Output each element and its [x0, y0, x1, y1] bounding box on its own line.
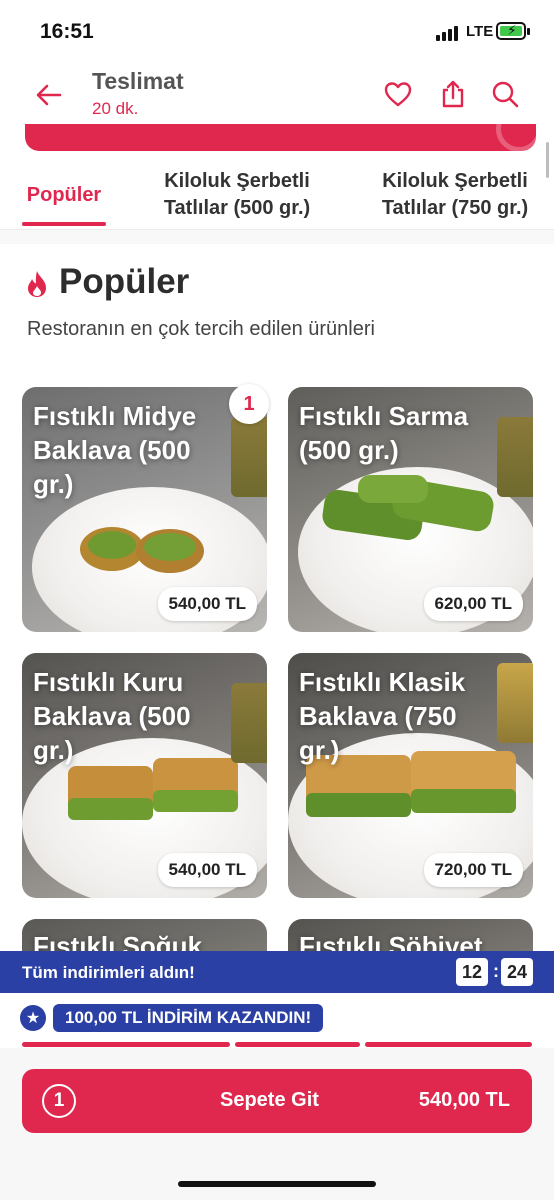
- heart-icon: [384, 82, 412, 107]
- section-title: Popüler: [59, 262, 190, 301]
- product-card[interactable]: Fıstıklı Midye Baklava (500 gr.) 540,00 …: [22, 387, 267, 632]
- share-button[interactable]: [438, 79, 468, 109]
- product-name: Fıstıklı Kuru Baklava (500 gr.): [33, 667, 191, 765]
- status-time: 16:51: [40, 20, 94, 43]
- price-badge: 540,00 TL: [157, 853, 257, 887]
- section-subtitle: Restoranın en çok tercih edilen ürünleri: [27, 318, 375, 340]
- status-bar: 16:51 LTE ⚡: [0, 0, 554, 62]
- price-badge: 620,00 TL: [423, 587, 523, 621]
- jar-image: [497, 417, 533, 497]
- back-button[interactable]: [34, 80, 64, 110]
- product-name: Fıstıklı Sarma (500 gr.): [299, 401, 469, 465]
- delivery-time: 20 dk.: [92, 99, 139, 118]
- signal-icon: [436, 26, 458, 41]
- price-badge: 720,00 TL: [423, 853, 523, 887]
- divider: [0, 230, 554, 244]
- category-tabs: Popüler Kiloluk Şerbetli Tatlılar (500 g…: [0, 160, 554, 230]
- progress-segment: [22, 1042, 230, 1047]
- product-name: Fıstıklı Klasik Baklava (750 gr.): [299, 667, 466, 765]
- progress-segment: [365, 1042, 532, 1047]
- jar-image: [231, 417, 267, 497]
- dessert-image: [72, 507, 212, 577]
- battery-icon: ⚡: [496, 22, 530, 40]
- discount-banner: Tüm indirimleri aldın! 12 : 24: [0, 951, 554, 993]
- product-name: Fıstıklı Midye Baklava (500 gr.): [33, 401, 197, 499]
- jar-image: [231, 683, 267, 763]
- dessert-image: [318, 475, 503, 550]
- brand-logo-icon: [496, 124, 536, 151]
- product-card[interactable]: Fıstıklı Klasik Baklava (750 gr.) 720,00…: [288, 653, 533, 898]
- discount-won-badge: 100,00 TL İNDİRİM KAZANDIN!: [53, 1004, 324, 1032]
- tab-kiloluk-500[interactable]: Kiloluk Şerbetli Tatlılar (500 gr.): [140, 160, 334, 230]
- cart-count-badge: 1: [229, 384, 269, 424]
- active-tab-indicator: [22, 222, 106, 226]
- product-card[interactable]: Fıstıklı Kuru Baklava (500 gr.) 540,00 T…: [22, 653, 267, 898]
- progress-segment: [235, 1042, 360, 1047]
- network-label: LTE: [466, 23, 494, 40]
- search-button[interactable]: [490, 79, 520, 109]
- share-icon: [442, 80, 464, 108]
- header: Teslimat 20 dk.: [0, 62, 554, 124]
- price-badge: 540,00 TL: [157, 587, 257, 621]
- fire-icon: [28, 271, 46, 297]
- go-to-cart-button[interactable]: 1 Sepete Git 540,00 TL: [22, 1069, 532, 1133]
- timer-minutes: 12: [456, 958, 488, 986]
- arrow-left-icon: [36, 84, 62, 106]
- home-indicator[interactable]: [178, 1181, 376, 1187]
- cart-item-count: 1: [42, 1084, 76, 1118]
- search-icon: [492, 81, 519, 108]
- discount-text: Tüm indirimleri aldın!: [22, 963, 195, 982]
- restaurant-banner: [25, 124, 536, 151]
- tab-kiloluk-750[interactable]: Kiloluk Şerbetli Tatlılar (750 gr.): [360, 160, 550, 230]
- cart-button-label: Sepete Git: [220, 1089, 319, 1111]
- bowl-image: [497, 663, 533, 743]
- page-title: Teslimat: [92, 68, 184, 94]
- star-icon: ★: [20, 1005, 46, 1031]
- timer-separator: :: [493, 961, 499, 981]
- tab-populer[interactable]: Popüler: [16, 160, 112, 230]
- cart-total: 540,00 TL: [418, 1089, 510, 1111]
- favorite-button[interactable]: [383, 79, 413, 109]
- product-card[interactable]: Fıstıklı Sarma (500 gr.) 620,00 TL: [288, 387, 533, 632]
- timer-seconds: 24: [501, 958, 533, 986]
